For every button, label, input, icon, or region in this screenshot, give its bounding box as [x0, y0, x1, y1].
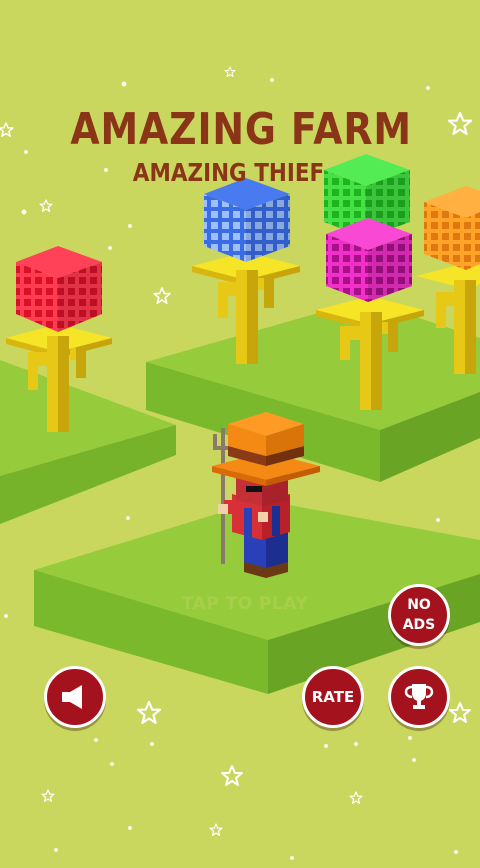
star-icon [447, 111, 473, 136]
star-icon [41, 789, 55, 803]
no-ads-label-line1: NO [407, 597, 431, 613]
no-ads-button[interactable]: NO ADS [388, 584, 450, 646]
star-icon [209, 823, 223, 837]
no-ads-label-line2: ADS [402, 617, 436, 633]
game-title: AMAZING FARM [70, 104, 412, 155]
star-icon [136, 700, 162, 725]
grass-platform-right [146, 300, 480, 482]
star-icon [39, 199, 53, 213]
star-icon [0, 122, 14, 137]
speaker-icon [62, 685, 82, 709]
game-subtitle: AMAZING THIEF [132, 158, 325, 187]
star-icon [224, 66, 236, 77]
leaderboard-button[interactable] [388, 666, 450, 728]
star-icon [153, 287, 171, 305]
star-icon [221, 765, 243, 786]
rate-label: RATE [311, 688, 355, 706]
tap-to-play-prompt[interactable]: TAP TO PLAY [150, 594, 340, 614]
trophy-icon [404, 684, 434, 709]
star-icon [349, 791, 363, 805]
rate-button[interactable]: RATE [302, 666, 364, 728]
star-icon [449, 702, 471, 723]
sound-toggle-button[interactable] [44, 666, 106, 728]
